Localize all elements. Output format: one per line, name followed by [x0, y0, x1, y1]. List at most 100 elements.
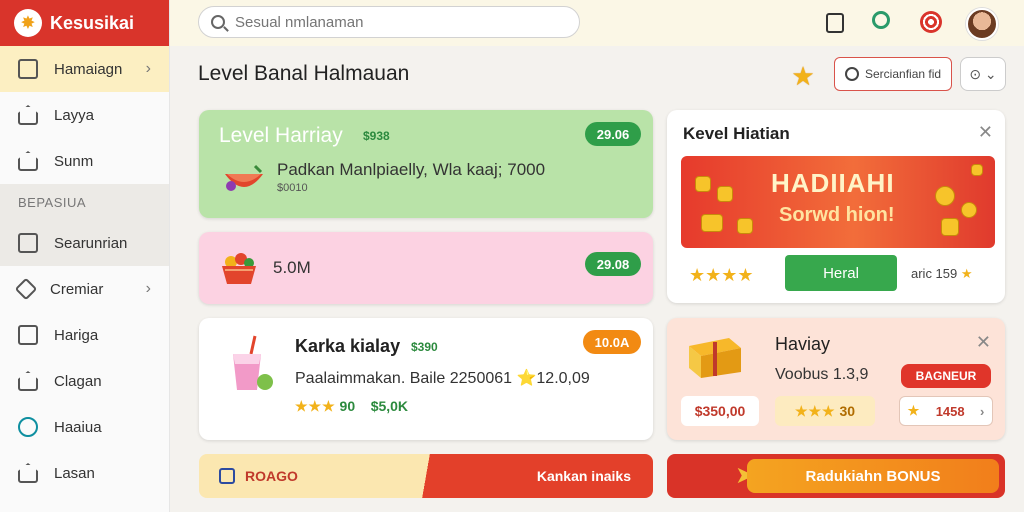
sidebar-item-searunrian[interactable]: Searunrian	[0, 220, 169, 266]
level-card-pink[interactable]: 5.0M 29.08	[199, 232, 653, 304]
home-icon	[18, 371, 38, 391]
bag-icon[interactable]	[826, 13, 844, 33]
card-line: Padkan Manlpiaelly, Wla kaaj; 7000	[277, 160, 546, 179]
sidebar-item-hariga[interactable]: Hariga	[0, 312, 169, 358]
card-rating: ★★★ 90 $5,0K	[295, 398, 408, 415]
coin-icon	[941, 218, 959, 236]
drink-icon	[233, 335, 273, 390]
page-title: Level Banal Halmauan	[198, 62, 410, 85]
bonus-bar[interactable]: ➤ Radukiahn BONUS	[667, 454, 1005, 498]
sidebar-item-haaiua[interactable]: Haaiua	[0, 404, 169, 450]
chevron-right-icon: ›	[145, 60, 151, 77]
card-tag: $390	[411, 340, 438, 354]
gift-card: Haviay ✕ Voobus 1.3,9 BAGNEUR $350,00 ★★…	[667, 318, 1005, 440]
card-title: Karka kialay	[295, 336, 401, 356]
star-icon: ★	[960, 266, 974, 281]
sidebar-item-lasan[interactable]: Lasan	[0, 450, 169, 496]
drink-card[interactable]: Karka kialay $390 10.0A Paalaimmakan. Ba…	[199, 318, 653, 440]
sidebar-item-sunm[interactable]: Sunm	[0, 138, 169, 184]
rating-value: 90	[339, 398, 356, 414]
sidebar-item-label: Cremiar	[50, 280, 104, 298]
star-rating-icon: ★★★	[794, 402, 836, 419]
card-sub: $0010	[277, 182, 308, 194]
bottom-action-bar[interactable]: ROAGO Kankan inaiks	[199, 454, 653, 498]
sidebar-item-label: Hariga	[54, 326, 99, 344]
price-box: $350,00	[681, 396, 759, 426]
circle-icon	[18, 417, 38, 437]
count-box[interactable]: ★ 1458 ›	[899, 396, 993, 426]
card-value: 5.0M	[273, 258, 311, 277]
sidebar-item-label: Lasan	[54, 464, 95, 482]
bonus-button[interactable]: Radukiahn BONUS	[747, 459, 999, 493]
star-icon[interactable]: ★	[788, 62, 818, 90]
fruit-bowl-icon	[225, 164, 263, 191]
location-pin-icon[interactable]	[872, 11, 890, 29]
star-rating-icon: ★★★★	[689, 265, 754, 285]
sidebar-item-clagan[interactable]: Clagan	[0, 358, 169, 404]
value-badge: 29.08	[585, 252, 641, 276]
value-badge: 10.0A	[583, 330, 641, 354]
list-icon	[18, 59, 38, 79]
sidebar-item-label: Layya	[54, 106, 95, 124]
target-icon[interactable]	[920, 11, 942, 33]
app-logo-icon: ✸	[14, 9, 42, 37]
claim-button[interactable]: Heral	[785, 255, 897, 291]
rating-value: 30	[839, 403, 856, 419]
status-badge[interactable]: BAGNEUR	[901, 364, 991, 388]
chevron-right-icon: ›	[145, 280, 151, 297]
options-button[interactable]: ⊙ ⌄	[960, 57, 1006, 91]
star-icon: ★	[907, 403, 921, 418]
card-line: Paalaimmakan. Baile 2250061 ⭐12.0,09	[295, 370, 590, 387]
sidebar-item-cremiar[interactable]: Cremiar ›	[0, 266, 169, 312]
checkbox[interactable]	[219, 468, 235, 484]
coin-icon	[701, 214, 723, 232]
tag-icon	[14, 277, 38, 301]
action-pill-button[interactable]: Sercianfian fid	[834, 57, 952, 91]
list-icon	[18, 233, 38, 253]
card-title: Level Harriay	[219, 124, 343, 147]
sidebar-section-label: BEPASIUA	[0, 184, 169, 220]
coin-icon	[961, 202, 977, 218]
search-box[interactable]	[198, 6, 580, 38]
bar-right-label[interactable]: Kankan inaiks	[537, 468, 631, 484]
sidebar-item-label: Sunm	[54, 152, 94, 170]
count-value: 1458	[935, 403, 965, 419]
home-icon	[18, 463, 38, 483]
gift-box-icon	[689, 338, 741, 378]
sidebar-item-layya[interactable]: Layya	[0, 92, 169, 138]
banner-title: HADIIAHI	[771, 168, 895, 198]
avatar[interactable]	[966, 8, 998, 40]
sidebar-item-hamaiagn[interactable]: Hamaiagn ›	[0, 46, 169, 92]
refresh-icon	[845, 67, 859, 81]
amount-value: $5,0K	[370, 398, 409, 414]
search-icon	[211, 15, 225, 29]
chevron-right-icon: ›	[979, 403, 985, 419]
sidebar-item-label: Hamaiagn	[54, 60, 123, 78]
sidebar-item-label: Searunrian	[54, 234, 128, 252]
search-input[interactable]	[235, 13, 555, 31]
sidebar-item-label: Clagan	[54, 372, 102, 390]
level-card-green[interactable]: Level Harriay $938 29.06 Padkan Manlpiae…	[199, 110, 653, 218]
coin-icon	[737, 218, 753, 234]
side-text-value: aric 159	[911, 266, 958, 281]
app-name: Kesusikai	[50, 12, 135, 33]
sidebar-item-label: Haaiua	[54, 418, 102, 436]
coin-icon	[935, 186, 955, 206]
close-icon[interactable]: ✕	[976, 332, 991, 353]
close-icon[interactable]: ✕	[978, 122, 993, 143]
card-line: Voobus 1.3,9	[775, 366, 869, 383]
coin-icon	[717, 186, 733, 202]
brand-header[interactable]: ✸ Kesusikai	[0, 0, 169, 46]
coin-icon	[971, 164, 983, 176]
star-rating-icon: ★★★	[295, 398, 336, 414]
bar-left-label: ROAGO	[245, 468, 298, 484]
top-bar	[170, 0, 1024, 46]
side-text: aric 159 ★	[911, 266, 974, 282]
banner-subtitle: Sorwd hion!	[779, 204, 895, 226]
coin-icon	[695, 176, 711, 192]
home-icon	[18, 151, 38, 171]
reward-card: Kevel Hiatian ✕ HADIIAHI Sorwd hion! ★★★…	[667, 110, 1005, 303]
rating-box: ★★★ 30	[775, 396, 875, 426]
document-icon	[18, 325, 38, 345]
basket-icon	[222, 253, 256, 284]
